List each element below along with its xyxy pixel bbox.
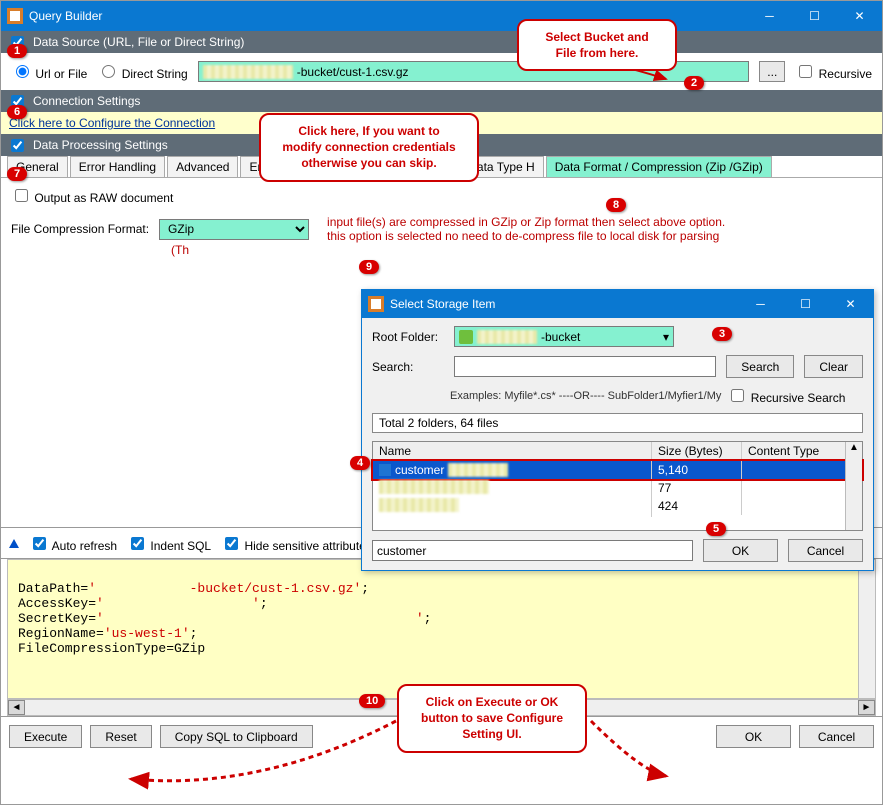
configure-connection-link[interactable]: Click here to Configure the Connection (9, 116, 215, 130)
cancel-button[interactable]: Cancel (799, 725, 874, 748)
file-list: Name Size (Bytes) Content Type customer … (372, 441, 863, 531)
step-badge-7: 7 (7, 167, 27, 181)
compression-hint-1: input file(s) are compressed in GZip or … (327, 215, 725, 229)
storage-close-button[interactable]: ✕ (828, 289, 873, 319)
step-badge-4: 4 (350, 456, 370, 470)
recursive-checkbox[interactable]: Recursive (795, 62, 872, 81)
execute-button[interactable]: Execute (9, 725, 82, 748)
root-folder-select[interactable]: -bucket ▾ (454, 326, 674, 347)
callout-execute-ok: Click on Execute or OK button to save Co… (397, 684, 587, 753)
storage-status: Total 2 folders, 64 files (372, 413, 863, 433)
sql-vertical-scrollbar[interactable] (858, 560, 875, 698)
root-folder-label: Root Folder: (372, 330, 444, 344)
app-icon (7, 8, 23, 24)
connection-header: Connection Settings (1, 90, 882, 112)
file-row[interactable]: 77 (373, 479, 862, 497)
ok-button[interactable]: OK (716, 725, 791, 748)
step-badge-10: 10 (359, 694, 385, 708)
window-title: Query Builder (29, 9, 102, 23)
indent-sql-checkbox[interactable]: Indent SQL (127, 534, 211, 553)
storage-max-button[interactable]: ☐ (783, 289, 828, 319)
storage-dialog: Select Storage Item ─ ☐ ✕ Root Folder: -… (361, 289, 874, 571)
data-source-title: Data Source (URL, File or Direct String) (33, 35, 244, 49)
step-badge-9: 9 (359, 260, 379, 274)
tab-advanced[interactable]: Advanced (167, 156, 238, 177)
connection-title: Connection Settings (33, 94, 140, 108)
tab-data-format[interactable]: Data Format / Compression (Zip /GZip) (546, 156, 772, 177)
col-name[interactable]: Name (373, 442, 652, 460)
sql-text-area[interactable]: DataPath=' -bucket/cust-1.csv.gz'; Acces… (7, 559, 876, 699)
window-minimize-button[interactable]: ─ (747, 1, 792, 31)
radio-url-or-file[interactable]: Url or File (11, 62, 87, 81)
col-type[interactable]: Content Type (742, 442, 862, 460)
search-examples: Examples: Myfile*.cs* ----OR---- SubFold… (450, 390, 721, 402)
collapse-icon[interactable] (9, 539, 19, 548)
storage-ok-button[interactable]: OK (703, 539, 778, 562)
processing-title: Data Processing Settings (33, 138, 168, 152)
reset-button[interactable]: Reset (90, 725, 151, 748)
storage-cancel-button[interactable]: Cancel (788, 539, 863, 562)
auto-refresh-checkbox[interactable]: Auto refresh (29, 534, 117, 553)
clear-button[interactable]: Clear (804, 355, 863, 378)
callout-select-bucket: Select Bucket and File from here. (517, 19, 677, 71)
compression-format-label: File Compression Format: (11, 222, 149, 236)
step-badge-1: 1 (7, 44, 27, 58)
search-label: Search: (372, 360, 444, 374)
tab-error-handling[interactable]: Error Handling (70, 156, 165, 177)
step-badge-5: 5 (706, 522, 726, 536)
blurred-region (477, 330, 537, 344)
search-button[interactable]: Search (726, 355, 794, 378)
output-raw-checkbox[interactable]: Output as RAW document (11, 191, 173, 205)
titlebar: Query Builder ─ ☐ ✕ (1, 1, 882, 31)
step-badge-8: 8 (606, 198, 626, 212)
data-source-header: Data Source (URL, File or Direct String) (1, 31, 882, 53)
storage-min-button[interactable]: ─ (738, 289, 783, 319)
compression-hint-2: this option is selected no need to de-co… (327, 229, 725, 243)
col-size[interactable]: Size (Bytes) (652, 442, 742, 460)
blurred-region (203, 65, 293, 79)
storage-dialog-title: Select Storage Item (390, 297, 495, 311)
step-badge-6: 6 (7, 105, 27, 119)
file-row[interactable]: customer 5,140 (373, 461, 862, 479)
search-input[interactable] (454, 356, 716, 377)
file-row[interactable]: 424 (373, 497, 862, 515)
radio-direct-string[interactable]: Direct String (97, 62, 187, 81)
compression-hint-3: (Th (171, 243, 872, 257)
callout-modify-connection: Click here, If you want to modify connec… (259, 113, 479, 182)
step-badge-3: 3 (712, 327, 732, 341)
file-list-scrollbar[interactable]: ▲ (845, 442, 862, 530)
compression-format-select[interactable]: GZip (159, 219, 309, 240)
window-maximize-button[interactable]: ☐ (792, 1, 837, 31)
step-badge-2: 2 (684, 76, 704, 90)
recursive-search-checkbox[interactable]: Recursive Search (727, 386, 845, 405)
processing-checkbox[interactable] (11, 139, 24, 152)
copy-sql-button[interactable]: Copy SQL to Clipboard (160, 725, 313, 748)
bucket-icon (459, 330, 473, 344)
file-icon (379, 464, 391, 476)
storage-dialog-icon (368, 296, 384, 312)
window-close-button[interactable]: ✕ (837, 1, 882, 31)
selected-file-input[interactable] (372, 540, 693, 561)
browse-path-button[interactable]: ... (759, 61, 785, 82)
